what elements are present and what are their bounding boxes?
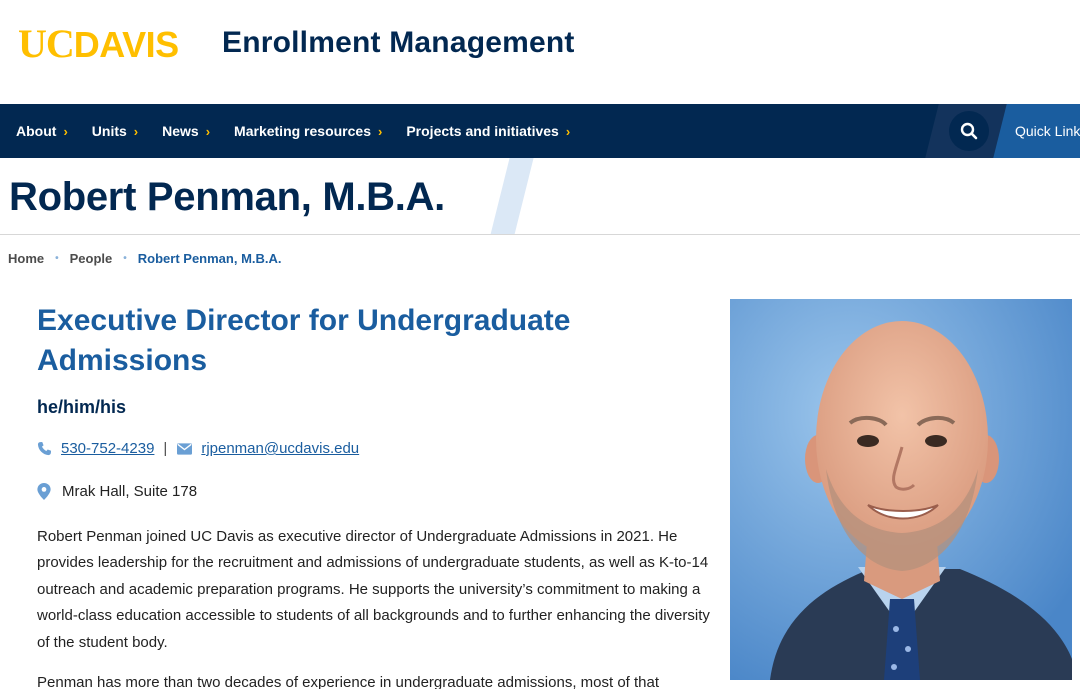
page-title: Robert Penman, M.B.A.	[9, 175, 445, 219]
ucdavis-logo[interactable]: UC DAVIS	[18, 22, 179, 66]
location-row: Mrak Hall, Suite 178	[37, 483, 197, 500]
breadcrumb-current: Robert Penman, M.B.A.	[137, 251, 282, 266]
page-title-band: Robert Penman, M.B.A.	[0, 158, 1080, 235]
bio-paragraph: Penman has more than two decades of expe…	[37, 674, 660, 689]
breadcrumb: Home • People • Robert Penman, M.B.A.	[8, 251, 282, 266]
site-name[interactable]: Enrollment Management	[222, 26, 575, 60]
nav-item-label: News	[162, 123, 199, 139]
nav-item-label: Units	[91, 123, 127, 139]
profile-photo	[730, 299, 1072, 680]
map-pin-icon	[37, 483, 51, 500]
logo-davis-text: DAVIS	[73, 24, 179, 65]
portrait-illustration	[730, 299, 1072, 680]
chevron-right-icon: ›	[565, 123, 571, 139]
primary-nav: About › Units › News › Marketing resourc…	[0, 104, 1080, 158]
search-icon	[960, 122, 978, 140]
title-decorative-slash	[490, 158, 534, 234]
chevron-right-icon: ›	[205, 123, 211, 139]
pronouns: he/him/his	[37, 397, 127, 417]
breadcrumb-separator: •	[55, 253, 59, 264]
nav-item-label: About	[16, 123, 57, 139]
nav-item-label: Projects and initiatives	[406, 123, 559, 139]
nav-item-label: Marketing resources	[234, 123, 371, 139]
chevron-right-icon: ›	[63, 123, 68, 139]
search-button[interactable]	[949, 111, 989, 151]
email-link[interactable]: rjpenman@ucdavis.edu	[201, 440, 359, 457]
phone-link[interactable]: 530-752-4239	[61, 440, 154, 457]
nav-items: About › Units › News › Marketing resourc…	[16, 104, 594, 158]
nav-item-marketing-resources[interactable]: Marketing resources ›	[234, 123, 382, 139]
chevron-right-icon: ›	[378, 123, 383, 139]
envelope-icon	[177, 442, 193, 455]
contact-row: 530-752-4239 | rjpenman@ucdavis.edu	[37, 440, 359, 457]
chevron-right-icon: ›	[133, 123, 139, 139]
phone-icon	[37, 441, 52, 456]
breadcrumb-separator: •	[123, 253, 127, 264]
quick-links-button[interactable]: Quick Links	[1015, 104, 1080, 158]
site-header: UC DAVIS Enrollment Management	[0, 0, 1080, 104]
nav-item-about[interactable]: About ›	[16, 123, 68, 139]
job-title: Executive Director for Undergraduate Adm…	[37, 304, 571, 377]
contact-divider: |	[163, 440, 168, 457]
nav-item-news[interactable]: News ›	[162, 123, 210, 139]
nav-item-projects-and-initiatives[interactable]: Projects and initiatives ›	[406, 123, 570, 139]
logo-uc-text: UC	[18, 21, 75, 66]
breadcrumb-home[interactable]: Home	[8, 251, 44, 266]
bio-paragraph: Robert Penman joined UC Davis as executi…	[37, 528, 710, 651]
nav-item-units[interactable]: Units ›	[92, 123, 138, 139]
breadcrumb-people[interactable]: People	[70, 251, 113, 266]
office-location: Mrak Hall, Suite 178	[62, 483, 198, 500]
